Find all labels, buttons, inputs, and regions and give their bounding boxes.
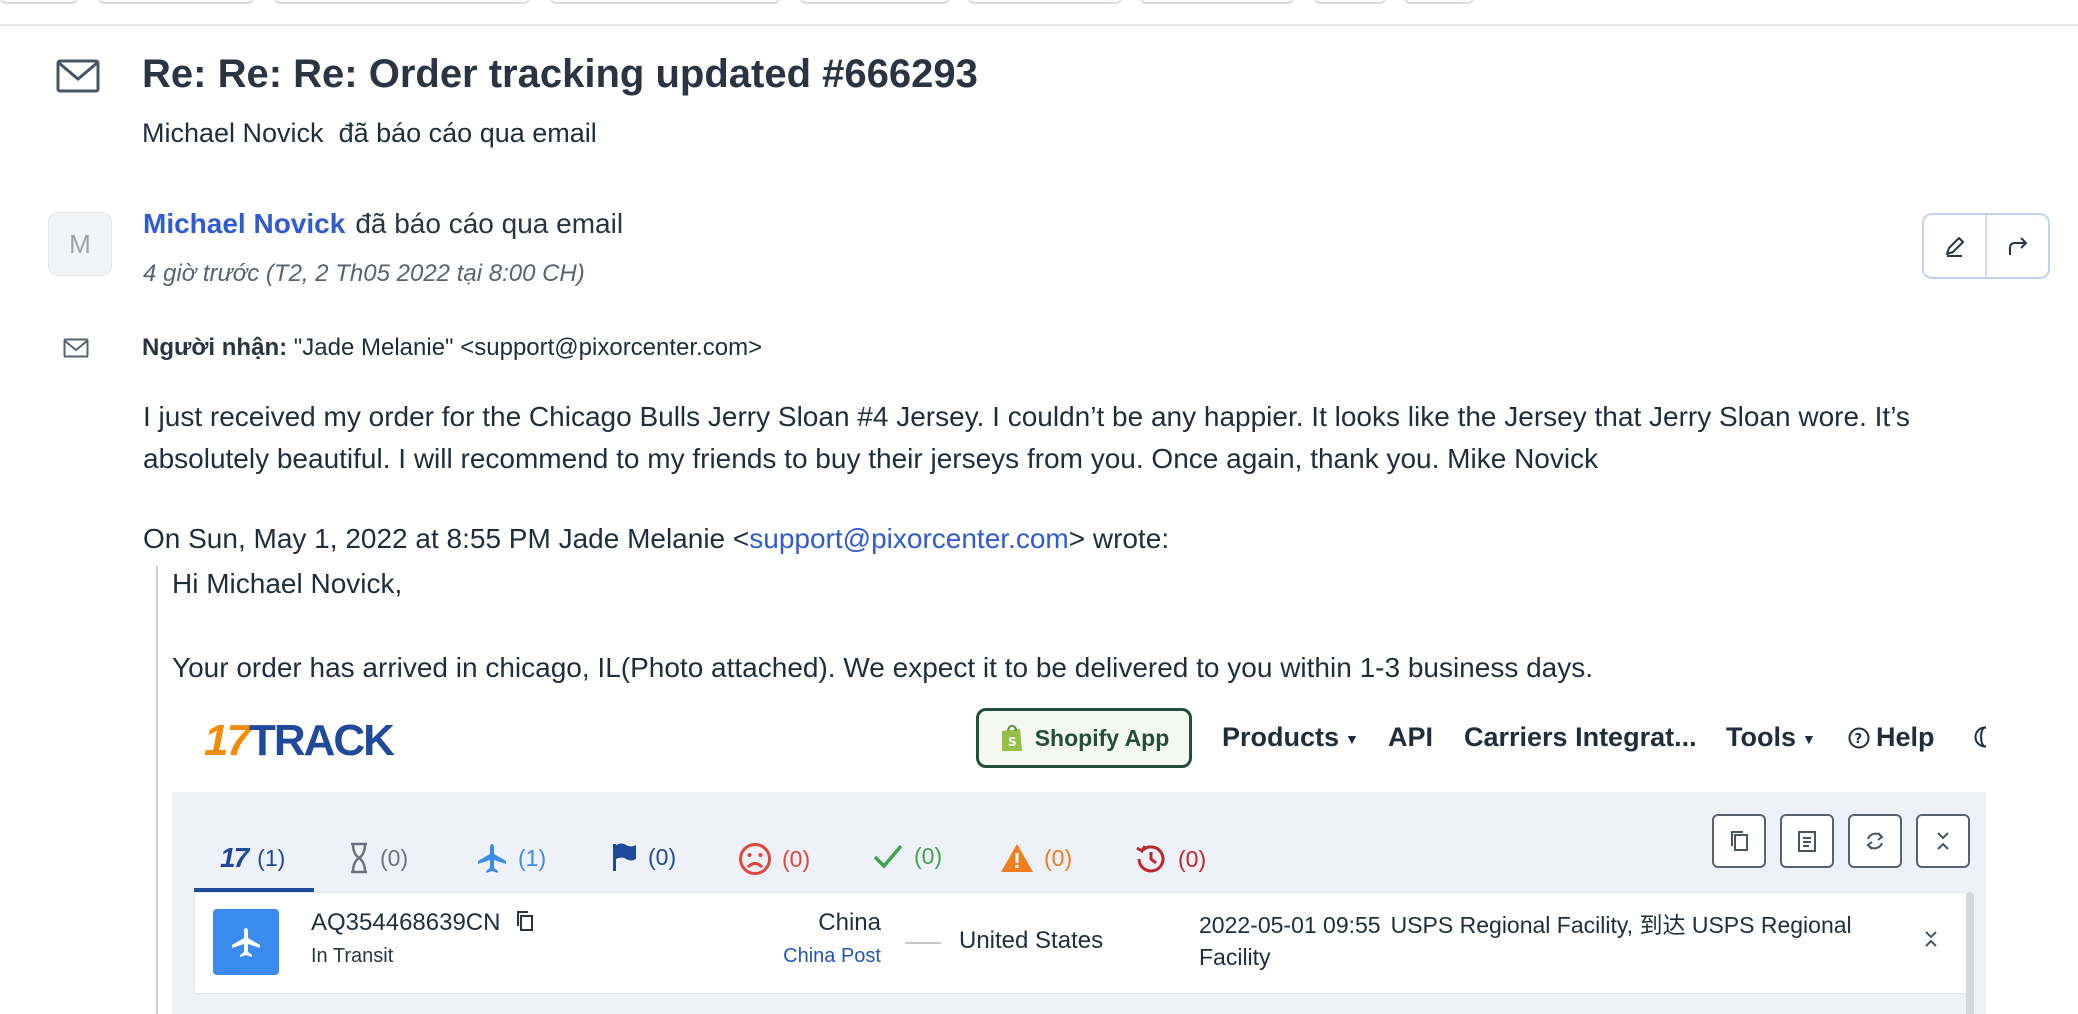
recipient-line: Người nhận: "Jade Melanie" <support@pixo… [142,334,762,362]
forward-arrow-icon [2008,237,2027,255]
expand-icon[interactable] [1923,929,1939,949]
ticket-subject: Re: Re: Re: Order tracking updated #6662… [142,52,978,96]
tab-all[interactable]: 17 (1) [220,842,285,874]
toolbar-button[interactable] [98,0,254,4]
toolbar-button[interactable] [1404,0,1474,4]
airplane-icon [232,928,260,957]
svg-text:?: ? [1855,732,1863,747]
tracking-panel: 17 (1) (0) (1) (0) (0) (0) (0) (0) AQ354… [172,792,1986,1014]
origin-country: China [818,909,881,936]
help-icon: ? [1848,727,1870,749]
copy-icon [1731,831,1748,851]
top-toolbar [0,0,2078,26]
globe-icon[interactable] [1974,726,1986,748]
nav-carriers[interactable]: Carriers Integrat... [1464,722,1697,753]
forward-button[interactable] [1985,215,2048,277]
shopify-app-button[interactable]: S Shopify App [976,708,1192,768]
tracking-screenshot: 17 TRACK S Shopify App Products ▼ API Carr… [172,700,1986,1014]
tab-in-transit[interactable]: (1) [476,842,546,874]
tab-pending[interactable]: (0) [348,842,408,874]
message-body: I just received my order for the Chicago… [143,401,1910,474]
toolbar-button[interactable] [1140,0,1294,4]
collapse-button[interactable] [1916,814,1970,868]
route-arrow-icon [905,942,941,944]
hourglass-icon [351,842,367,874]
toolbar-button[interactable] [968,0,1122,4]
latest-event: 2022-05-01 09:55 USPS Regional Facility, … [1199,909,1899,973]
17-logo-icon: 17 [220,842,249,873]
tab-delivered[interactable]: (0) [872,842,942,870]
tab-pick-up[interactable]: (0) [610,842,676,872]
quote-divider [156,566,158,1014]
copy-icon[interactable] [515,910,535,932]
scrollbar[interactable] [1966,892,1974,1014]
tab-alert[interactable]: (0) [1000,842,1072,874]
clipboard-button[interactable] [1780,814,1834,868]
tracking-row[interactable]: AQ354468639CN In Transit China China Pos… [194,892,1968,994]
toolbar-button[interactable] [1314,0,1386,4]
copy-button[interactable] [1712,814,1766,868]
reporter-name[interactable]: Michael Novick [142,118,324,148]
airplane-icon [478,844,506,873]
clipboard-icon [1798,831,1816,852]
check-icon [873,844,903,869]
tab-undelivered[interactable]: (0) [738,842,810,876]
recipient-label: Người nhận: [142,334,288,361]
warning-icon [1001,844,1033,872]
collapse-icon [1937,832,1949,850]
tracking-number: AQ354468639CN [311,909,535,937]
reporter-action: đã báo cáo qua email [338,118,597,148]
toolbar-button[interactable] [550,0,780,4]
toolbar-button[interactable] [274,0,530,4]
nav-tools[interactable]: Tools ▼ [1726,722,1816,753]
svg-text:S: S [1008,735,1017,749]
message-author-line: Michael Novick đã báo cáo qua email [143,208,623,240]
carrier-link[interactable]: China Post [783,945,881,968]
pencil-icon [1945,237,1964,257]
recipient-value: "Jade Melanie" <support@pixorcenter.com> [293,334,763,361]
message-timestamp: 4 giờ trước (T2, 2 Th05 2022 tại 8:00 CH… [143,260,585,287]
tab-expired[interactable]: (0) [1134,842,1206,876]
refresh-button[interactable] [1848,814,1902,868]
shopify-bag-icon: S [1001,724,1022,751]
quote-header: On Sun, May 1, 2022 at 8:55 PM Jade Mela… [143,523,1170,554]
ticket-reporter: Michael Novick đã báo cáo qua email [142,118,597,149]
quote-email-link[interactable]: support@pixorcenter.com [749,523,1068,554]
tracking-status: In Transit [311,945,394,967]
destination-country: United States [959,927,1104,954]
toolbar-button[interactable] [0,0,78,4]
quote-arrival-text: Your order has arrived in chicago, IL(Ph… [172,652,1594,683]
edit-button[interactable] [1924,215,1985,277]
event-time: 2022-05-01 09:55 [1199,912,1381,938]
quote-greeting: Hi Michael Novick, [172,568,403,599]
nav-products[interactable]: Products ▼ [1222,722,1359,753]
author-action: đã báo cáo qua email [355,208,624,239]
history-icon [1136,845,1165,873]
envelope-icon [56,59,100,93]
message-actions [1922,213,2050,279]
nav-help[interactable]: ? Help [1848,722,1935,753]
refresh-icon [1866,832,1884,850]
nav-api[interactable]: API [1388,722,1433,753]
17track-logo: 17 TRACK [204,716,395,765]
avatar: M [48,212,112,276]
flag-icon [613,843,636,871]
sad-face-icon [739,843,771,875]
author-name[interactable]: Michael Novick [143,208,345,239]
in-transit-badge [213,909,279,975]
envelope-icon [63,338,89,358]
toolbar-button[interactable] [800,0,950,4]
